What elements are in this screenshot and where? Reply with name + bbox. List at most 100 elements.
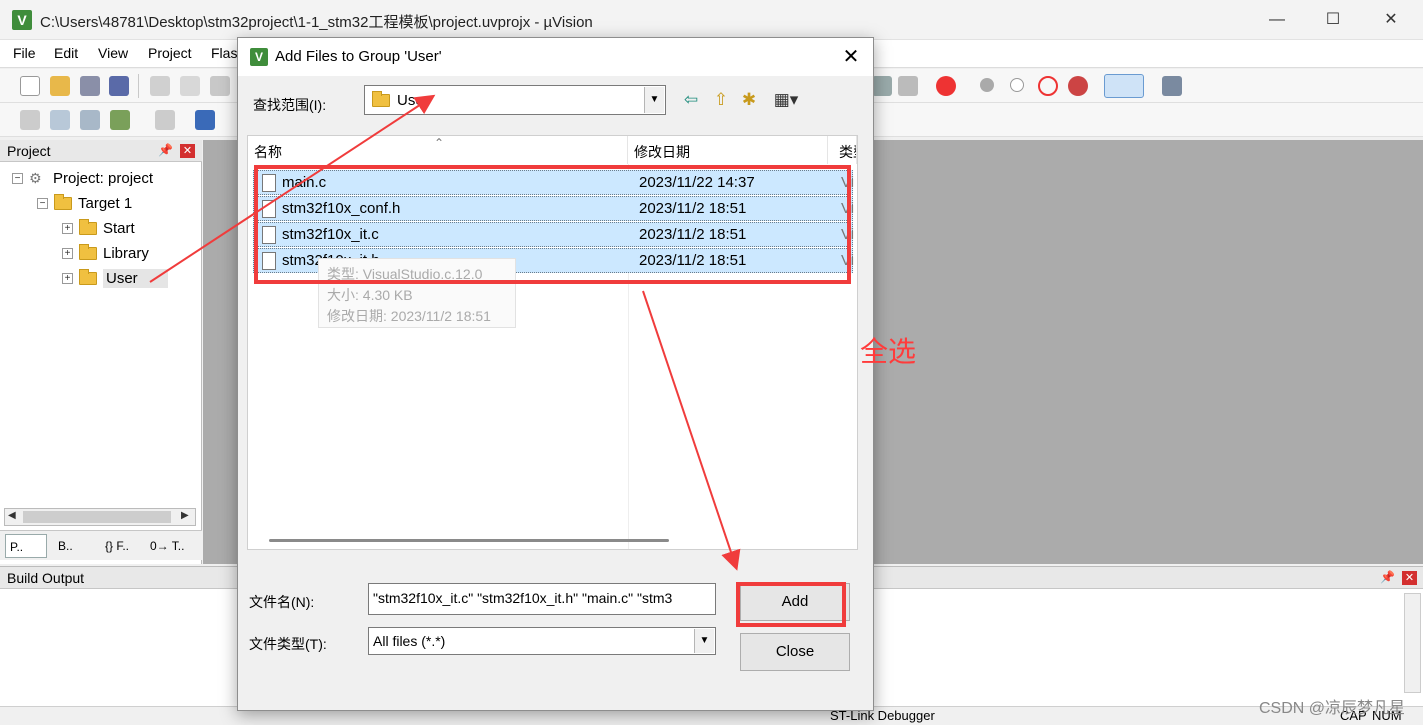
pin-icon[interactable]: 📌	[158, 143, 173, 157]
dialog-titlebar: V Add Files to Group 'User' ✕	[238, 38, 873, 76]
window-title: C:\Users\48781\Desktop\stm32project\1-1_…	[40, 14, 593, 31]
tree-label-user: User	[103, 268, 168, 288]
tree-item-start[interactable]: + Start	[62, 217, 135, 239]
batch-build-icon[interactable]	[110, 110, 130, 130]
window-titlebar: V C:\Users\48781\Desktop\stm32project\1-…	[0, 0, 1423, 40]
disable-all-breakpoints-icon[interactable]	[1038, 76, 1058, 96]
new-folder-icon[interactable]: ✱	[738, 89, 760, 111]
tree-label-start: Start	[103, 219, 135, 237]
project-panel-tabs: P.. B.. {} F.. 0→ T..	[0, 530, 202, 560]
tree-label-library: Library	[103, 244, 149, 262]
collapse-icon[interactable]: −	[12, 172, 23, 184]
open-file-icon[interactable]	[50, 76, 70, 96]
window-close-button[interactable]: ✕	[1376, 8, 1406, 34]
tab-project[interactable]: P..	[5, 534, 47, 558]
scroll-thumb[interactable]	[23, 511, 171, 523]
uvision-app-icon: V	[250, 48, 268, 66]
scroll-left-icon[interactable]: ◀	[8, 510, 16, 521]
paste-icon[interactable]	[210, 76, 230, 96]
up-folder-icon[interactable]: ⇧	[710, 89, 732, 111]
tree-item-target[interactable]: − Target 1	[37, 192, 132, 214]
load-icon[interactable]	[195, 110, 215, 130]
tooltip-date: 修改日期: 2023/11/2 18:51	[327, 308, 491, 324]
project-panel: Project 📌 ✕ − ⚙ Project: project − Targe…	[0, 140, 202, 564]
chevron-down-icon[interactable]: ▼	[694, 629, 714, 653]
minimize-button[interactable]: —	[1262, 8, 1292, 34]
tree-label-project: Project: project	[53, 169, 154, 187]
folder-icon	[79, 243, 97, 260]
cut-icon[interactable]	[150, 76, 170, 96]
tools-icon[interactable]	[898, 76, 918, 96]
tooltip-size: 大小: 4.30 KB	[327, 287, 413, 303]
project-icon: ⚙	[29, 170, 42, 186]
disable-breakpoint-icon[interactable]	[1010, 78, 1024, 92]
menu-view[interactable]: View	[98, 45, 128, 61]
look-in-label: 查找范围(I):	[253, 97, 327, 113]
project-hscrollbar[interactable]: ◀ ▶	[4, 508, 196, 526]
new-file-icon[interactable]	[20, 76, 40, 96]
tree-label-target: Target 1	[78, 194, 133, 212]
uvision-app-icon: V	[12, 10, 32, 30]
collapse-icon[interactable]: −	[37, 197, 48, 209]
file-list-hscrollbar[interactable]	[269, 539, 669, 542]
save-icon[interactable]	[80, 76, 100, 96]
filetype-value: All files (*.*)	[373, 633, 446, 649]
look-in-dropdown[interactable]: User ▼	[364, 85, 666, 115]
filetype-label: 文件类型(T):	[249, 636, 327, 652]
target-icon	[54, 193, 72, 210]
dialog-title: Add Files to Group 'User'	[275, 48, 442, 65]
project-panel-header: Project 📌 ✕	[0, 140, 202, 162]
configure-icon[interactable]	[1162, 76, 1182, 96]
save-all-icon[interactable]	[109, 76, 129, 96]
close-button[interactable]: Close	[740, 633, 850, 671]
tree-item-user[interactable]: + User	[62, 267, 168, 289]
tab-functions[interactable]: {} F..	[101, 534, 143, 558]
expand-icon[interactable]: +	[62, 272, 73, 284]
tree-item-project[interactable]: − ⚙ Project: project	[12, 167, 153, 189]
filename-label: 文件名(N):	[249, 594, 315, 610]
column-header-date[interactable]: 修改日期	[628, 136, 828, 164]
look-in-value: User	[397, 92, 429, 109]
pin-icon[interactable]: 📌	[1380, 570, 1395, 584]
copy-icon[interactable]	[180, 76, 200, 96]
menu-edit[interactable]: Edit	[54, 45, 78, 61]
expand-icon[interactable]: +	[62, 247, 73, 259]
csdn-watermark: CSDN @凉辰梦凡星	[1258, 700, 1405, 717]
selection-highlight-box	[254, 165, 851, 284]
expand-icon[interactable]: +	[62, 222, 73, 234]
dialog-close-button[interactable]: ✕	[837, 44, 865, 70]
rebuild-icon[interactable]	[80, 110, 100, 130]
view-menu-icon[interactable]: ▦▾	[768, 89, 804, 111]
select-all-annotation: 全选	[860, 336, 917, 367]
stop-build-icon[interactable]	[155, 110, 175, 130]
find-icon[interactable]	[872, 76, 892, 96]
breakpoint-icon[interactable]	[980, 78, 994, 92]
debug-start-icon[interactable]	[936, 76, 956, 96]
column-header-type[interactable]: 类型	[833, 136, 857, 164]
toolbar-separator	[138, 74, 139, 98]
folder-icon	[79, 218, 97, 235]
sort-ascending-icon: ⌃	[434, 136, 445, 150]
project-panel-title: Project	[7, 143, 51, 159]
chevron-down-icon[interactable]: ▼	[644, 87, 664, 113]
build-output-title: Build Output	[7, 570, 85, 586]
tab-books[interactable]: B..	[54, 534, 96, 558]
project-panel-close-icon[interactable]: ✕	[180, 144, 195, 158]
folder-icon	[372, 91, 390, 107]
menu-project[interactable]: Project	[148, 45, 192, 61]
menu-file[interactable]: File	[13, 45, 36, 61]
build-output-close-icon[interactable]: ✕	[1402, 571, 1417, 585]
tab-templates[interactable]: 0→ T..	[146, 534, 192, 558]
filetype-dropdown[interactable]: All files (*.*) ▼	[368, 627, 716, 655]
maximize-button[interactable]: ☐	[1318, 8, 1348, 34]
tree-item-library[interactable]: + Library	[62, 242, 149, 264]
translate-icon[interactable]	[20, 110, 40, 130]
kill-breakpoints-icon[interactable]	[1068, 76, 1088, 96]
back-icon[interactable]: ⇦	[680, 89, 702, 111]
scroll-right-icon[interactable]: ▶	[181, 510, 189, 521]
build-output-vscrollbar[interactable]	[1404, 593, 1421, 693]
window-layout-icon[interactable]	[1104, 74, 1144, 98]
build-icon[interactable]	[50, 110, 70, 130]
filename-input[interactable]: "stm32f10x_it.c" "stm32f10x_it.h" "main.…	[368, 583, 716, 615]
add-button-highlight-box	[736, 582, 846, 627]
